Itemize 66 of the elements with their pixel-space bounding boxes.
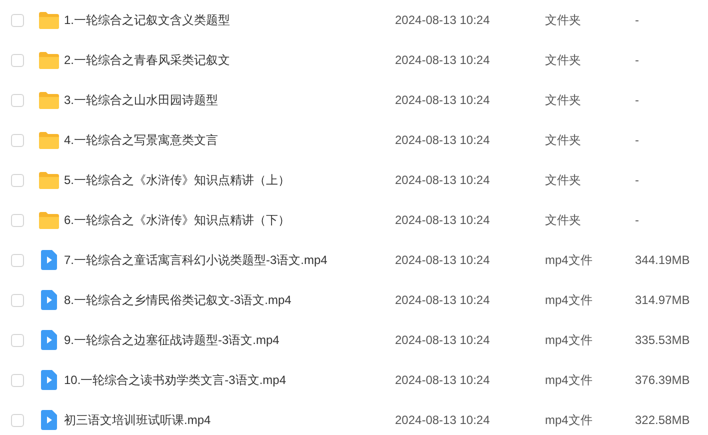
file-name[interactable]: 4.一轮综合之写景寓意类文言	[64, 131, 395, 149]
file-type: 文件夹	[545, 172, 582, 189]
modified-date: 2024-08-13 10:24	[395, 132, 491, 149]
folder-icon	[38, 170, 60, 190]
file-type: mp4文件	[545, 252, 594, 269]
folder-icon	[38, 10, 60, 30]
file-type: mp4文件	[545, 412, 594, 429]
checkbox[interactable]	[11, 334, 24, 346]
modified-date: 2024-08-13 10:24	[395, 92, 491, 109]
file-type: 文件夹	[545, 52, 582, 69]
checkbox[interactable]	[11, 254, 24, 266]
video-file-icon	[40, 370, 56, 390]
checkbox[interactable]	[11, 134, 24, 146]
modified-date: 2024-08-13 10:24	[395, 12, 491, 29]
file-name[interactable]: 3.一轮综合之山水田园诗题型	[64, 91, 395, 109]
file-type: 文件夹	[545, 12, 582, 29]
video-file-icon	[40, 250, 56, 270]
file-size: -	[635, 212, 640, 229]
checkbox[interactable]	[11, 414, 24, 426]
modified-date: 2024-08-13 10:24	[395, 292, 491, 309]
folder-icon	[38, 210, 60, 230]
file-size: 376.39MB	[635, 372, 691, 389]
file-size: 322.58MB	[635, 412, 691, 429]
modified-date: 2024-08-13 10:24	[395, 372, 491, 389]
file-name[interactable]: 6.一轮综合之《水浒传》知识点精讲（下）	[64, 211, 395, 229]
file-type: mp4文件	[545, 372, 594, 389]
file-size: -	[635, 12, 640, 29]
file-name[interactable]: 2.一轮综合之青春风采类记叙文	[64, 51, 395, 69]
file-name[interactable]: 8.一轮综合之乡情民俗类记叙文-3语文.mp4	[64, 291, 395, 309]
file-size: 314.97MB	[635, 292, 691, 309]
file-name[interactable]: 7.一轮综合之童话寓言科幻小说类题型-3语文.mp4	[64, 251, 395, 269]
modified-date: 2024-08-13 10:24	[395, 52, 491, 69]
file-size: -	[635, 132, 640, 149]
folder-icon	[38, 90, 60, 110]
file-type: 文件夹	[545, 132, 582, 149]
checkbox[interactable]	[11, 294, 24, 306]
file-size: 344.19MB	[635, 252, 691, 269]
folder-icon	[38, 50, 60, 70]
checkbox[interactable]	[11, 94, 24, 106]
video-file-icon	[40, 290, 56, 310]
checkbox[interactable]	[11, 54, 24, 66]
file-size: -	[635, 92, 640, 109]
file-type: 文件夹	[545, 212, 582, 229]
checkbox[interactable]	[11, 14, 24, 26]
video-file-icon	[40, 410, 56, 430]
file-type: 文件夹	[545, 92, 582, 109]
file-name[interactable]: 初三语文培训班试听课.mp4	[64, 411, 395, 429]
file-size: -	[635, 172, 640, 189]
file-size: -	[635, 52, 640, 69]
checkbox[interactable]	[11, 374, 24, 386]
file-type: mp4文件	[545, 292, 594, 309]
file-size: 335.53MB	[635, 332, 691, 349]
file-type: mp4文件	[545, 332, 594, 349]
file-name[interactable]: 5.一轮综合之《水浒传》知识点精讲（上）	[64, 171, 395, 189]
modified-date: 2024-08-13 10:24	[395, 332, 491, 349]
file-name[interactable]: 1.一轮综合之记叙文含义类题型	[64, 11, 395, 29]
file-name[interactable]: 10.一轮综合之读书劝学类文言-3语文.mp4	[64, 371, 395, 389]
folder-icon	[38, 130, 60, 150]
modified-date: 2024-08-13 10:24	[395, 172, 491, 189]
modified-date: 2024-08-13 10:24	[395, 252, 491, 269]
checkbox[interactable]	[11, 214, 24, 226]
modified-date: 2024-08-13 10:24	[395, 412, 491, 429]
modified-date: 2024-08-13 10:24	[395, 212, 491, 229]
checkbox[interactable]	[11, 174, 24, 186]
file-name[interactable]: 9.一轮综合之边塞征战诗题型-3语文.mp4	[64, 331, 395, 349]
video-file-icon	[40, 330, 56, 350]
